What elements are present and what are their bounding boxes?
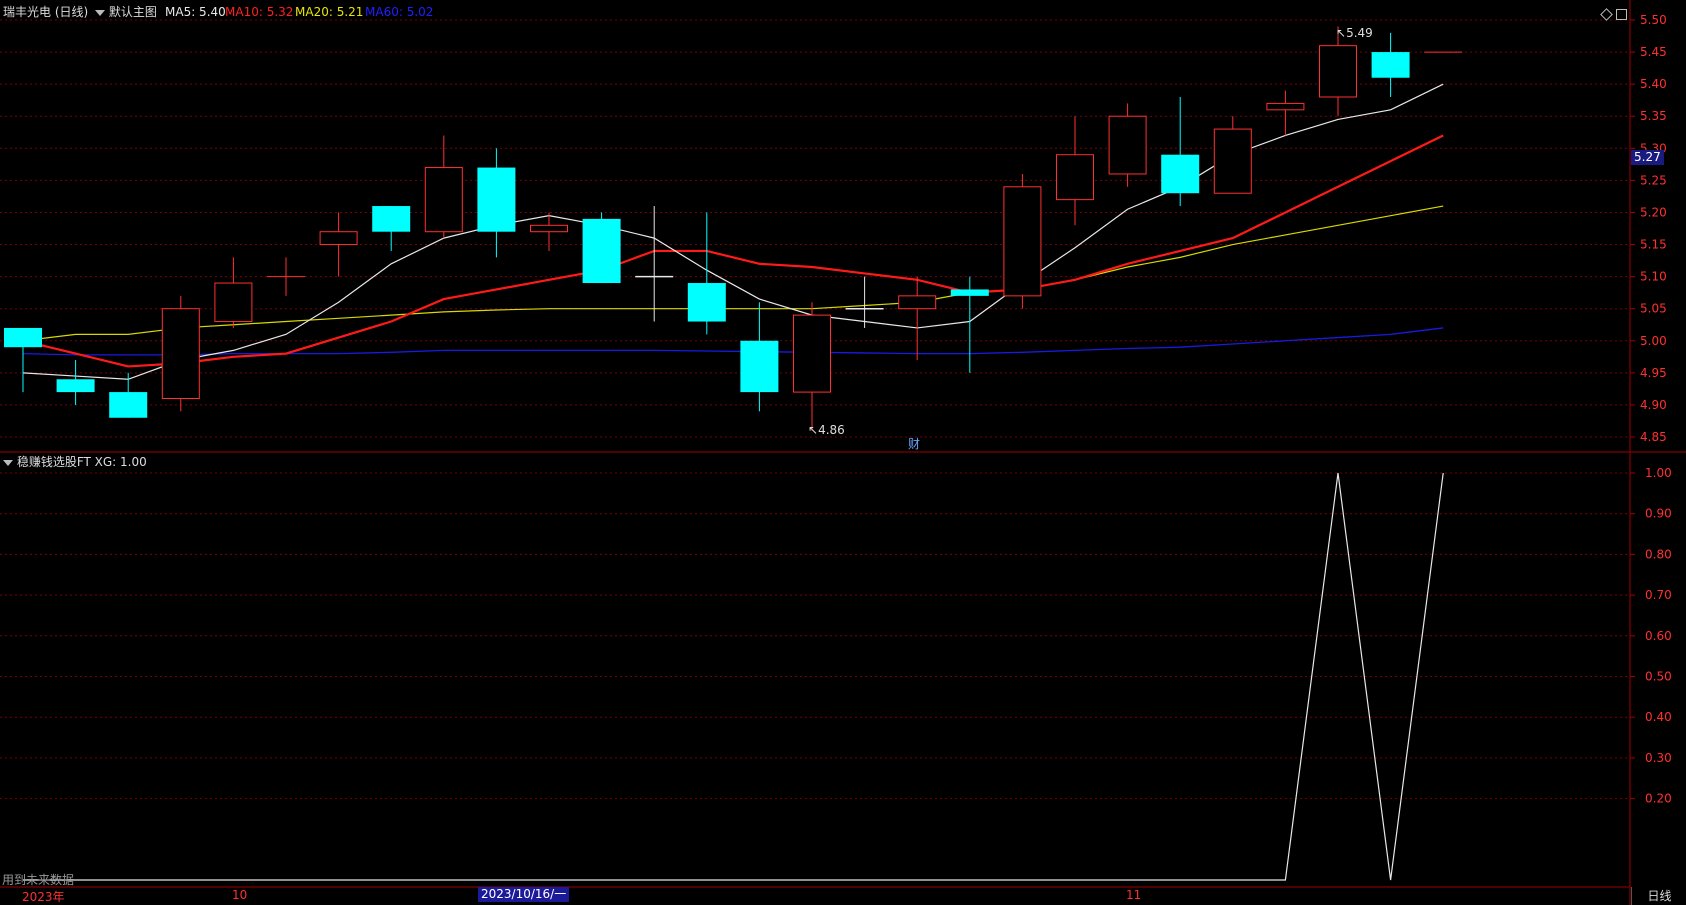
price-tick-label: 4.85 bbox=[1640, 430, 1667, 444]
price-tick-label: 5.40 bbox=[1640, 77, 1667, 91]
indicator-label: 稳赚钱选股FT XG: 1.00 bbox=[16, 455, 147, 469]
stock-title[interactable]: 瑞丰光电 (日线) bbox=[3, 4, 88, 20]
candle-body bbox=[1213, 128, 1252, 194]
price-tick-label: 5.10 bbox=[1640, 270, 1667, 284]
time-label-year: 2023年 bbox=[22, 890, 65, 904]
ma60-label: MA60: 5.02 bbox=[365, 5, 434, 19]
candle-body bbox=[109, 392, 148, 418]
ma10-label: MA10: 5.32 bbox=[225, 5, 294, 19]
ma60-line bbox=[22, 327, 1444, 356]
main-chart-label: 默认主图 bbox=[108, 5, 157, 19]
indicator-tick-label: 0.40 bbox=[1645, 710, 1672, 724]
low-price-marker: ↖4.86 bbox=[808, 423, 845, 437]
candle-body bbox=[372, 206, 411, 232]
candle-body bbox=[530, 224, 568, 233]
candle-body bbox=[424, 167, 463, 233]
maximize-icon[interactable] bbox=[1616, 9, 1627, 20]
candle-body bbox=[582, 218, 621, 284]
price-tick-label: 5.35 bbox=[1640, 109, 1667, 123]
price-tick-label: 5.25 bbox=[1640, 173, 1667, 187]
axis-tick-labels: 5.505.455.405.355.305.255.205.155.105.05… bbox=[1630, 13, 1672, 806]
candle-body bbox=[950, 289, 989, 296]
candle-body bbox=[56, 379, 95, 393]
indicator-tick-label: 0.50 bbox=[1645, 670, 1672, 684]
finance-event-marker[interactable]: 财 bbox=[908, 435, 920, 452]
current-price-tag: 5.27 bbox=[1631, 150, 1664, 165]
candle-body bbox=[1108, 115, 1147, 175]
main-chart-selector[interactable]: 默认主图 bbox=[95, 4, 157, 20]
chevron-down-icon bbox=[95, 9, 105, 16]
ma5-label: MA5: 5.40 bbox=[165, 5, 226, 19]
moving-average-lines bbox=[22, 83, 1444, 380]
candle-body bbox=[477, 167, 516, 232]
price-tick-label: 5.15 bbox=[1640, 238, 1667, 252]
period-selector[interactable]: 日线 bbox=[1631, 887, 1686, 905]
candle-body bbox=[1266, 102, 1305, 111]
price-tick-label: 5.50 bbox=[1640, 13, 1667, 27]
future-data-notice: 用到未来数据 bbox=[2, 873, 75, 887]
candle-body bbox=[1056, 154, 1094, 201]
indicator-tick-label: 0.30 bbox=[1645, 751, 1672, 765]
candle-body bbox=[687, 283, 726, 322]
time-label-nov: 11 bbox=[1126, 888, 1142, 902]
ma20-label: MA20: 5.21 bbox=[295, 5, 364, 19]
time-label-oct: 10 bbox=[232, 888, 248, 902]
selected-date-label: 2023/10/16/一 bbox=[478, 887, 570, 902]
candle-body bbox=[161, 308, 200, 400]
candle-body bbox=[1161, 154, 1200, 194]
high-price-marker: ↖5.49 bbox=[1336, 26, 1373, 40]
indicator-tick-label: 0.20 bbox=[1645, 792, 1672, 806]
candle-body bbox=[1371, 52, 1410, 78]
indicator-tick-label: 0.90 bbox=[1645, 507, 1672, 521]
candle-body bbox=[740, 340, 779, 393]
price-tick-label: 4.90 bbox=[1640, 398, 1667, 412]
candle-body bbox=[898, 295, 937, 310]
price-tick-label: 5.45 bbox=[1640, 45, 1667, 59]
indicator-tick-label: 1.00 bbox=[1645, 466, 1672, 480]
price-tick-label: 5.00 bbox=[1640, 334, 1667, 348]
chevron-down-icon bbox=[3, 459, 13, 466]
candle-body bbox=[319, 231, 358, 246]
candle-body bbox=[214, 282, 253, 323]
price-tick-label: 5.20 bbox=[1640, 205, 1667, 219]
price-tick-label: 5.05 bbox=[1640, 302, 1667, 316]
candle-body bbox=[1003, 186, 1042, 297]
candle-body bbox=[4, 327, 42, 348]
candlestick-series[interactable] bbox=[4, 26, 1463, 431]
ma5-line bbox=[22, 83, 1444, 380]
price-tick-label: 4.95 bbox=[1640, 366, 1667, 380]
indicator-tick-label: 0.60 bbox=[1645, 629, 1672, 643]
stock-chart-canvas[interactable]: 5.505.455.405.355.305.255.205.155.105.05… bbox=[0, 0, 1686, 905]
candle-body bbox=[793, 314, 831, 393]
indicator-selector[interactable]: 稳赚钱选股FT XG: 1.00 bbox=[3, 454, 147, 470]
indicator-tick-label: 0.80 bbox=[1645, 547, 1672, 561]
indicator-tick-label: 0.70 bbox=[1645, 588, 1672, 602]
indicator-grid bbox=[0, 472, 1630, 800]
candle-body bbox=[1319, 45, 1357, 98]
